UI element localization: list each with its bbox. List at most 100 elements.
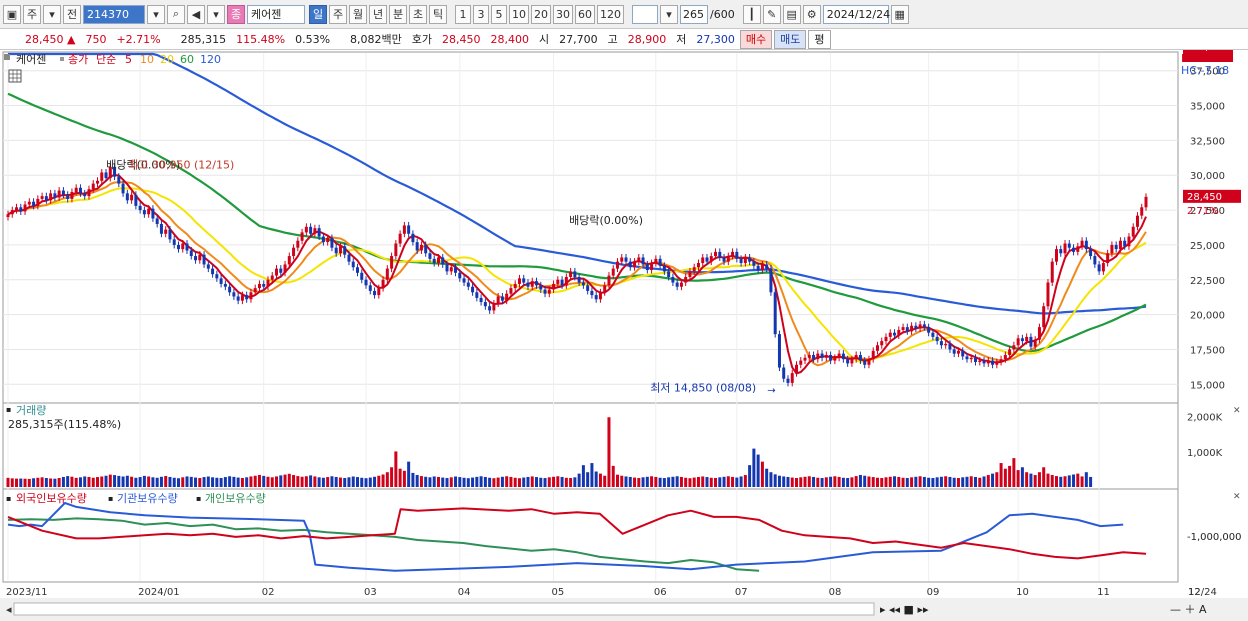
interval-tab-20[interactable]: 20 [531, 4, 551, 24]
interval-tab-1[interactable]: 1 [455, 4, 471, 24]
volume-bar [910, 477, 914, 487]
volume-bar [432, 476, 436, 487]
candle-body [522, 278, 526, 283]
candle-body [594, 295, 598, 300]
volume-bar [155, 477, 159, 487]
candle-body [1106, 253, 1110, 264]
candle-icon[interactable]: ┃ [742, 4, 761, 24]
candle-body [803, 357, 807, 361]
period-tab-3[interactable]: 년 [369, 4, 387, 24]
x-tick-label: 02 [262, 587, 275, 598]
candle-body [488, 306, 492, 311]
candle-body [748, 257, 752, 262]
chevron-down-icon[interactable]: ▾ [660, 4, 678, 24]
chevron-down-icon[interactable]: ▾ [43, 4, 61, 24]
volume-bar [854, 476, 858, 487]
period-tab-6[interactable]: 틱 [429, 4, 447, 24]
volume-bar [390, 467, 394, 487]
candle-body [326, 237, 330, 243]
calendar-icon[interactable]: ▦ [890, 4, 909, 24]
type-select[interactable]: 주 [23, 4, 41, 24]
date-input[interactable]: 2024/12/24 [822, 4, 890, 24]
candle-body [914, 325, 918, 329]
candle-body [66, 194, 70, 199]
interval-tab-60[interactable]: 60 [575, 4, 595, 24]
search-icon[interactable]: ⌕ [167, 4, 185, 24]
volume-bar [436, 476, 440, 487]
y-tick-label: 22,500 [1190, 276, 1225, 287]
bid-price-2: 28,400 [490, 32, 530, 46]
volume-bar [552, 476, 556, 487]
scroll-track[interactable] [13, 602, 875, 616]
volume-bar [850, 477, 854, 487]
interval-tab-10[interactable]: 10 [509, 4, 529, 24]
window-icon[interactable]: ▣ [3, 4, 21, 24]
volume-bar [718, 477, 722, 487]
zoom-icons[interactable]: — ＋ A [1170, 603, 1207, 616]
volume-bar [829, 476, 833, 487]
candle-body [577, 276, 581, 283]
volume-bar [658, 477, 662, 487]
period-tab-4[interactable]: 분 [389, 4, 407, 24]
volume-bar [650, 476, 654, 487]
period-tab-1[interactable]: 주 [329, 4, 347, 24]
speaker-icon[interactable]: ◀ [187, 4, 205, 24]
interval-tab-5[interactable]: 5 [491, 4, 507, 24]
candle-body [722, 257, 726, 262]
volume-bar [326, 477, 330, 487]
interval-tab-3[interactable]: 3 [473, 4, 489, 24]
chevron-down-icon[interactable]: ▾ [147, 4, 165, 24]
volume-bar [654, 476, 658, 487]
volume-bar [803, 476, 807, 487]
stock-name-field[interactable]: 케어젠 [247, 4, 305, 24]
candle-body [1131, 226, 1135, 237]
grid-icon[interactable] [8, 69, 22, 83]
sell-button[interactable]: 매도 [774, 29, 807, 49]
buy-button[interactable]: 매수 [739, 29, 773, 49]
volume-bar [684, 477, 688, 487]
gear-icon[interactable]: ⚙ [802, 4, 821, 24]
holdings-marker-icon: ▪ [196, 494, 201, 503]
candle-body [948, 343, 952, 350]
legend-ma-label: 단순 [96, 53, 116, 66]
volume: 285,315 [180, 32, 227, 46]
period-tab-0[interactable]: 일 [309, 4, 327, 24]
period-tab-2[interactable]: 월 [349, 4, 367, 24]
volume-bar [505, 476, 509, 487]
volume-bar [479, 476, 483, 487]
interval-tab-120[interactable]: 120 [597, 4, 624, 24]
candle-body [782, 367, 786, 379]
draw-icon[interactable]: ✎ [762, 4, 781, 24]
chevron-down-icon[interactable]: ▾ [207, 4, 225, 24]
code-input[interactable]: 214370 [83, 4, 145, 24]
candle-body [283, 264, 287, 273]
candle-body [360, 272, 364, 280]
save-icon[interactable]: ▤ [782, 4, 801, 24]
volume-bar [871, 477, 875, 487]
volume-bar [211, 477, 215, 487]
prev-button[interactable]: 전 [63, 4, 81, 24]
candle-body [78, 187, 82, 194]
interval-tab-30[interactable]: 30 [553, 4, 573, 24]
close-pane-icon[interactable]: ✕ [1233, 406, 1241, 416]
low-arrow-icon: → [767, 385, 775, 396]
blank-field[interactable] [632, 4, 658, 24]
volume-bar [381, 474, 385, 487]
legend-ma60: 60 [180, 53, 194, 66]
x-tick-label: 10 [1016, 587, 1029, 598]
period-tab-5[interactable]: 초 [409, 4, 427, 24]
avg-button[interactable]: 평 [808, 29, 831, 49]
candle-body [1144, 196, 1148, 208]
candle-body [155, 218, 159, 225]
volume-bar [777, 475, 781, 487]
candle-body [189, 250, 193, 257]
close-pane-icon[interactable]: ✕ [1233, 492, 1241, 502]
count-input[interactable]: 265 [680, 4, 708, 24]
volume-bar [130, 476, 134, 487]
scroll-right-icon[interactable]: ▸ ◂◂ ■ ▸▸ [880, 603, 929, 616]
candle-body [206, 264, 210, 269]
candle-body [858, 355, 862, 361]
volume-bar [236, 477, 240, 487]
scroll-left-icon[interactable]: ◂ [6, 603, 12, 616]
volume-bar [1033, 475, 1037, 487]
